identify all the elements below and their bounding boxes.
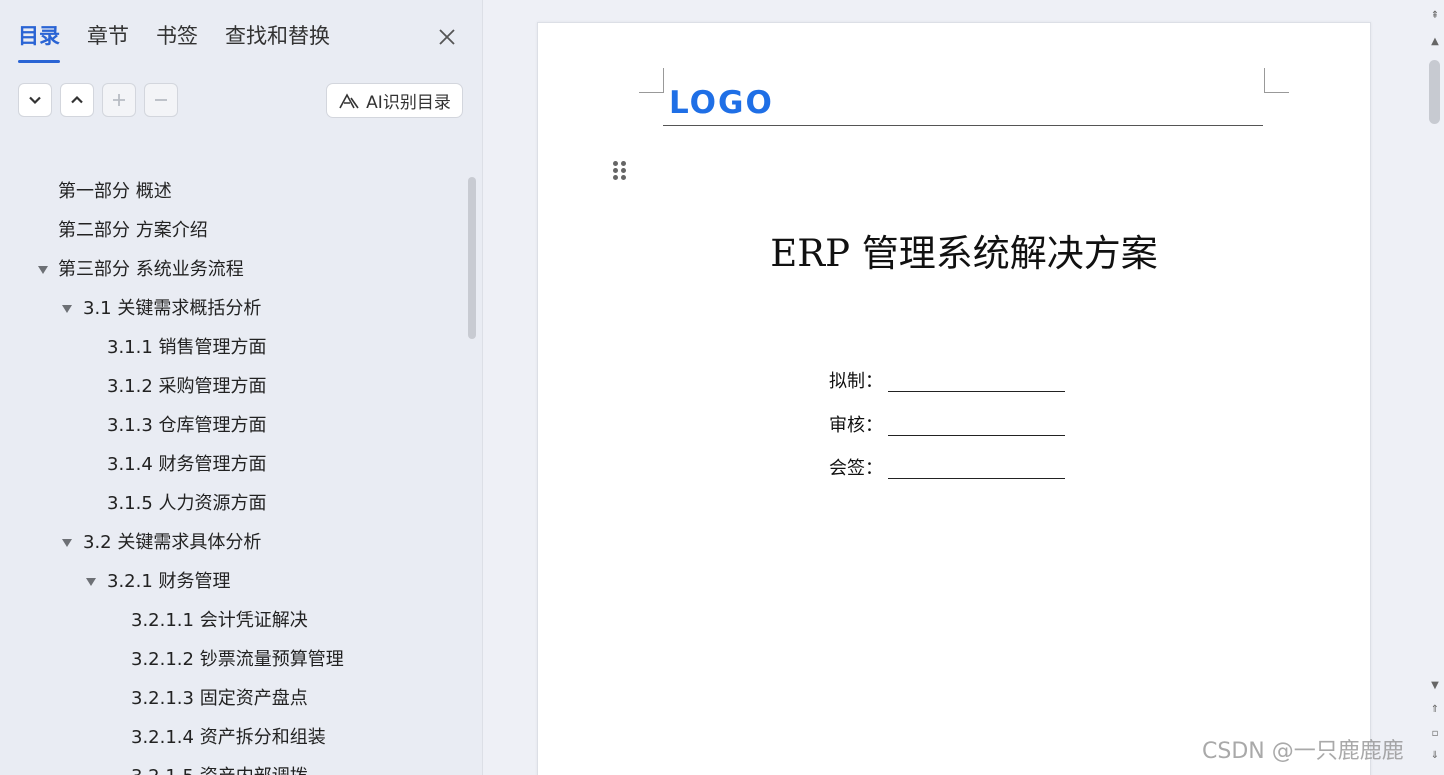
toc-item[interactable]: 3.2.1.2 钞票流量预算管理 — [131, 640, 344, 679]
toc-item[interactable]: 3.1.5 人力资源方面 — [107, 484, 267, 523]
expand-arrow-icon[interactable] — [86, 578, 96, 586]
expand-arrow-icon[interactable] — [62, 305, 72, 313]
header-logo: LOGO — [669, 85, 774, 121]
sign-field-label: 拟制： — [829, 371, 883, 392]
plus-icon — [113, 94, 125, 106]
drag-handle-icon[interactable] — [613, 161, 627, 183]
expand-arrow-icon[interactable] — [38, 266, 48, 274]
toc-item[interactable]: 第一部分 概述 — [58, 172, 172, 211]
sign-field-review: 审核： — [829, 411, 1065, 441]
toc-item[interactable]: 3.2.1.1 会计凭证解决 — [131, 601, 308, 640]
toc-item[interactable]: 3.2.1.5 资产内部调拨 — [131, 757, 308, 775]
word-processor-window: 目录 章节 书签 查找和替换 AI识别目录 第一部分 概述 第二部分 方案介绍 第三… — [0, 0, 1444, 775]
toc-item[interactable]: 第三部分 系统业务流程 — [58, 250, 244, 289]
toc-item[interactable]: 3.2 关键需求具体分析 — [83, 523, 261, 562]
next-page-icon[interactable]: ⇓ — [1429, 750, 1441, 762]
document-area: LOGO ERP 管理系统解决方案 拟制： 审核： 会签： — [483, 0, 1427, 775]
scroll-down-icon[interactable]: ▼ — [1429, 680, 1441, 692]
tab-toc[interactable]: 目录 — [18, 22, 60, 63]
scrollbar-thumb[interactable] — [1429, 60, 1440, 124]
scroll-top-icon[interactable]: ⇞ — [1429, 10, 1441, 22]
crop-mark-top-right — [1264, 68, 1289, 93]
toc-item[interactable]: 3.1.4 财务管理方面 — [107, 445, 267, 484]
header-divider — [663, 125, 1263, 126]
toc-item[interactable]: 3.1.3 仓库管理方面 — [107, 406, 267, 445]
tab-chapters[interactable]: 章节 — [87, 22, 129, 58]
ai-recognize-toc-button[interactable]: AI识别目录 — [326, 83, 463, 118]
signature-line — [888, 391, 1065, 392]
toc-item[interactable]: 3.1.1 销售管理方面 — [107, 328, 267, 367]
prev-page-icon[interactable]: ⇑ — [1429, 704, 1441, 716]
remove-level-button[interactable] — [144, 83, 178, 117]
tab-find-replace[interactable]: 查找和替换 — [225, 22, 330, 58]
toc-item[interactable]: 3.1 关键需求概括分析 — [83, 289, 261, 328]
document-title: ERP 管理系统解决方案 — [770, 232, 1158, 275]
sign-field-countersign: 会签： — [829, 454, 1065, 484]
toc-item[interactable]: 3.1.2 采购管理方面 — [107, 367, 267, 406]
ai-button-label: AI识别目录 — [366, 93, 451, 113]
expand-button[interactable] — [60, 83, 94, 117]
nav-tabs: 目录 章节 书签 查找和替换 — [18, 22, 357, 63]
chevron-up-icon — [71, 95, 83, 104]
sign-field-draft: 拟制： — [829, 367, 1065, 397]
toc-item[interactable]: 3.2.1 财务管理 — [107, 562, 231, 601]
page-options-icon[interactable]: ▫ — [1429, 728, 1441, 740]
sign-field-label: 审核： — [829, 415, 883, 436]
ai-icon — [339, 92, 359, 108]
document-page[interactable]: LOGO ERP 管理系统解决方案 拟制： 审核： 会签： — [537, 22, 1371, 775]
sign-field-label: 会签： — [829, 458, 883, 479]
minus-icon — [155, 99, 167, 101]
navigation-panel: 目录 章节 书签 查找和替换 AI识别目录 第一部分 概述 第二部分 方案介绍 第三… — [0, 0, 483, 775]
close-icon[interactable] — [434, 24, 460, 50]
signature-line — [888, 435, 1065, 436]
chevron-down-icon — [29, 96, 41, 105]
document-scrollbar[interactable]: ⇞ ▲ ▼ ⇑ ▫ ⇓ — [1427, 0, 1444, 775]
scroll-up-icon[interactable]: ▲ — [1429, 36, 1441, 48]
signature-line — [888, 478, 1065, 479]
collapse-button[interactable] — [18, 83, 52, 117]
tab-bookmarks[interactable]: 书签 — [156, 22, 198, 58]
toc-scrollbar[interactable] — [468, 177, 476, 339]
add-level-button[interactable] — [102, 83, 136, 117]
toc-item[interactable]: 第二部分 方案介绍 — [58, 211, 208, 250]
toc-item[interactable]: 3.2.1.3 固定资产盘点 — [131, 679, 308, 718]
crop-mark-top-left — [639, 68, 664, 93]
toc-item[interactable]: 3.2.1.4 资产拆分和组装 — [131, 718, 326, 757]
expand-arrow-icon[interactable] — [62, 539, 72, 547]
